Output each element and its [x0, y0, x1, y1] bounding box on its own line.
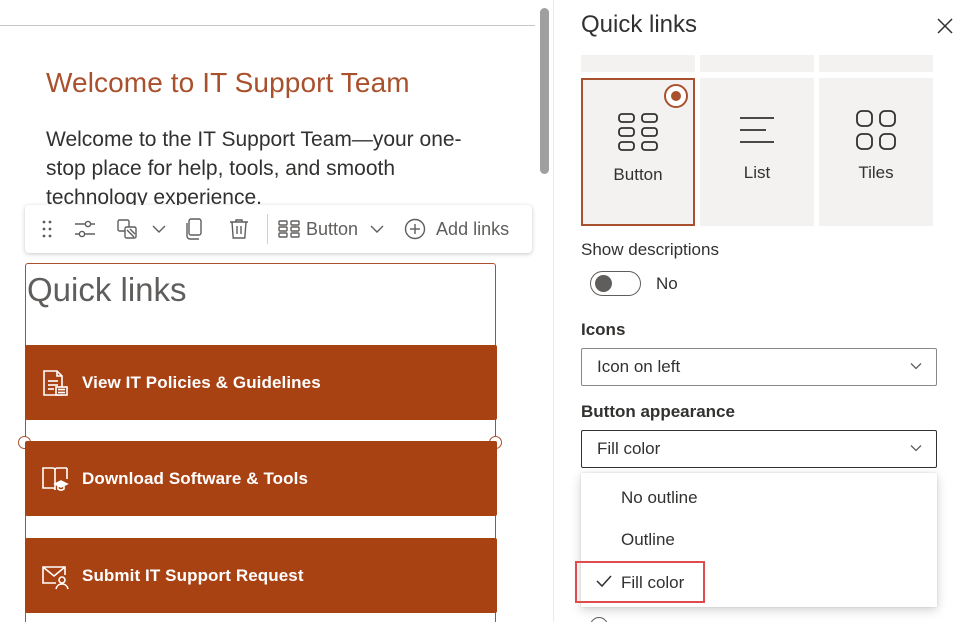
pane-title: Quick links	[581, 11, 698, 38]
layout-option-label: List	[743, 163, 771, 182]
welcome-title: Welcome to IT Support Team	[46, 67, 410, 98]
layout-option-label: Tiles	[858, 163, 894, 182]
menu-item-no-outline[interactable]: No outline	[581, 477, 937, 519]
quick-link-button-software[interactable]: Download Software & Tools	[25, 441, 497, 516]
layout-option-list[interactable]: List	[700, 78, 814, 226]
layout-option-partial[interactable]	[581, 55, 695, 72]
tiles-icon	[855, 106, 897, 154]
chevron-down-icon[interactable]	[147, 205, 171, 253]
book-graduation-icon	[39, 463, 71, 495]
chevron-down-icon	[910, 363, 922, 370]
show-descriptions-label: Show descriptions	[581, 240, 719, 259]
quick-link-label: View IT Policies & Guidelines	[82, 372, 321, 392]
add-links-button[interactable]: Add links	[384, 205, 509, 253]
duplicate-icon[interactable]	[171, 205, 217, 253]
layout-option-partial[interactable]	[819, 55, 933, 72]
mail-person-icon	[39, 560, 71, 592]
settings-sliders-icon[interactable]	[61, 205, 109, 253]
button-appearance-label: Button appearance	[581, 402, 735, 421]
webpart-heading[interactable]: Quick links	[27, 271, 187, 309]
layout-option-partial[interactable]	[700, 55, 814, 72]
layout-selected-radio[interactable]	[664, 84, 688, 108]
toolbar-divider	[267, 214, 268, 244]
styles-icon[interactable]	[109, 205, 147, 253]
layout-option-label: Button	[613, 165, 663, 184]
icons-dropdown[interactable]: Icon on left	[581, 348, 937, 386]
sharepoint-edit-screen: Welcome to IT Support Team Welcome to th…	[0, 0, 965, 622]
quick-link-button-support[interactable]: Submit IT Support Request	[25, 538, 497, 613]
chevron-down-icon	[910, 445, 922, 452]
add-circle-icon	[404, 218, 426, 240]
section-divider	[0, 25, 535, 26]
menu-item-label: Outline	[621, 530, 675, 549]
webpart-toolbar: Button Add links	[25, 205, 532, 253]
menu-item-outline[interactable]: Outline	[581, 519, 937, 561]
layout-select-button[interactable]: Button	[274, 205, 384, 253]
icons-label: Icons	[581, 320, 626, 339]
welcome-text: Welcome to the IT Support Team—your one-…	[46, 128, 462, 205]
chevron-down-icon	[370, 225, 384, 233]
drag-handle-icon[interactable]	[33, 205, 61, 253]
layout-option-tiles[interactable]: Tiles	[819, 78, 933, 226]
menu-item-label: No outline	[621, 488, 698, 507]
button-grid-icon	[617, 108, 659, 156]
quick-link-label: Submit IT Support Request	[82, 565, 304, 585]
page-canvas: Welcome to IT Support Team Welcome to th…	[0, 0, 553, 622]
add-links-label: Add links	[436, 218, 510, 239]
close-icon[interactable]	[935, 16, 955, 36]
button-layout-icon	[278, 220, 300, 238]
quick-link-button-policies[interactable]: View IT Policies & Guidelines	[25, 345, 497, 420]
icons-dropdown-value: Icon on left	[597, 357, 681, 376]
toggle-state-text: No	[656, 274, 678, 293]
annotation-highlight	[575, 561, 705, 603]
show-descriptions-toggle[interactable]	[590, 271, 641, 296]
document-lines-icon	[39, 367, 71, 399]
trash-icon[interactable]	[217, 205, 261, 253]
list-lines-icon	[739, 106, 775, 154]
canvas-scrollbar-thumb[interactable]	[540, 8, 549, 174]
toggle-knob	[595, 275, 612, 292]
layout-select-label: Button	[306, 218, 359, 239]
quick-link-label: Download Software & Tools	[82, 468, 309, 488]
button-appearance-dropdown[interactable]: Fill color	[581, 430, 937, 468]
button-appearance-value: Fill color	[597, 439, 661, 458]
